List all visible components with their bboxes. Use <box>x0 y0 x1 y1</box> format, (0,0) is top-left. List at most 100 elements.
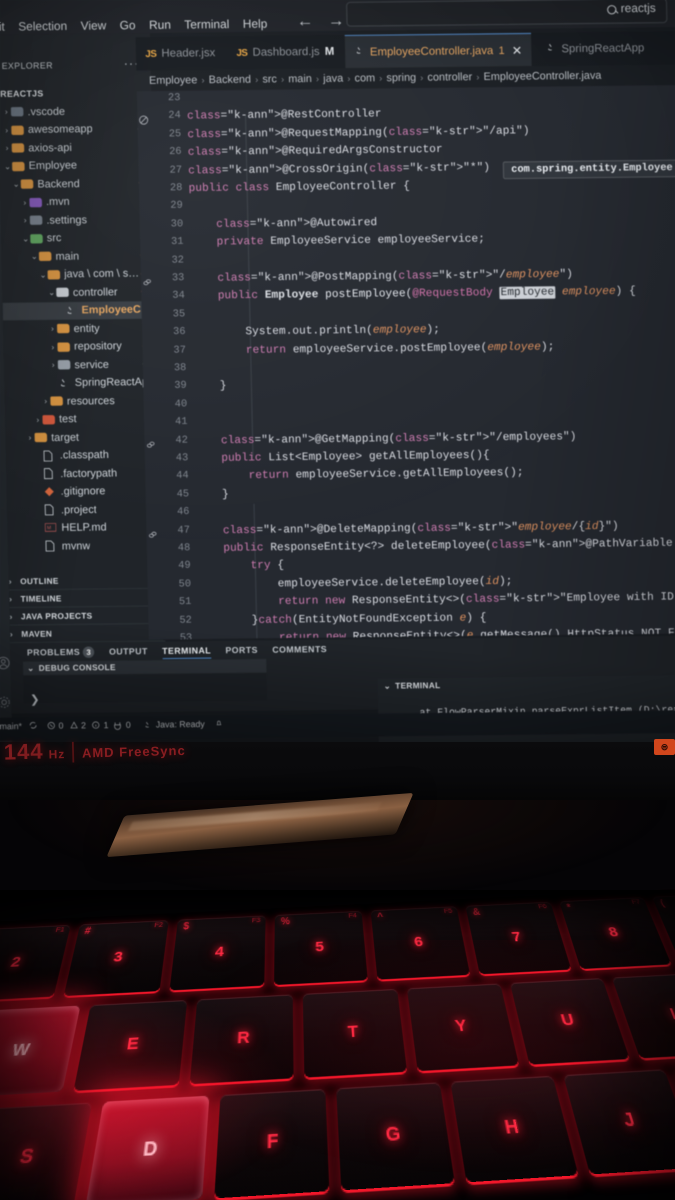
editor-tab-strip[interactable]: JS Header.jsx JS Dashboard.js M EmployeeContr… <box>135 31 675 71</box>
tree-item--factorypath[interactable]: .factorypath <box>6 464 160 484</box>
code-editor[interactable]: 23 24 25 26 27 28 29 30 31 32 33 34 35 36 37 38 39 40 41 42… <box>136 85 675 640</box>
tree-item-entity[interactable]: › entity <box>3 319 157 339</box>
editor-tab-header-jsx[interactable]: JS Header.jsx <box>136 36 225 70</box>
panel-tab-terminal[interactable]: TERMINAL <box>162 645 212 660</box>
breadcrumb-item-controller[interactable]: controller <box>427 71 472 84</box>
close-icon[interactable]: ✕ <box>512 43 523 58</box>
tree-item--project[interactable]: .project <box>7 500 161 520</box>
sidebar-section-java-projects[interactable]: › JAVA PROJECTS <box>9 606 165 626</box>
key-d[interactable]: D <box>85 1095 210 1200</box>
tree-item--mvn[interactable]: › .mvn <box>0 192 154 212</box>
key-5[interactable]: % F4 5 <box>274 910 368 986</box>
breadcrumb-item-com[interactable]: com <box>354 72 375 85</box>
tree-item-mvnw[interactable]: mvnw <box>8 536 162 556</box>
reference-icon[interactable] <box>147 526 159 538</box>
tree-item-resources[interactable]: › resources <box>5 391 159 411</box>
tree-item-controller[interactable]: ⌄ controller <box>2 282 156 302</box>
menu-item-edit[interactable]: Edit <box>0 21 5 34</box>
key-j[interactable]: J <box>563 1069 675 1175</box>
breadcrumb-item-employee[interactable]: Employee <box>149 74 198 87</box>
tree-item-backend[interactable]: ⌄ Backend <box>0 174 153 194</box>
reference-icon[interactable] <box>145 436 157 448</box>
menu-item-selection[interactable]: Selection <box>18 21 67 34</box>
tree-item-target[interactable]: › target <box>5 427 159 447</box>
key-3[interactable]: # F2 3 <box>63 920 169 997</box>
breadcrumb-item-backend[interactable]: Backend <box>209 73 252 86</box>
tree-item-employeec-[interactable]: EmployeeC…1 <box>2 300 157 321</box>
key-s[interactable]: S <box>0 1102 93 1200</box>
menu-item-go[interactable]: Go <box>120 20 136 33</box>
tree-item-awesomeapp[interactable]: › awesomeapp <box>0 119 152 139</box>
tree-item-main[interactable]: ⌄ main <box>2 246 156 266</box>
menu-item-view[interactable]: View <box>81 20 107 33</box>
collapsed-sidebar-panels[interactable]: › OUTLINE › TIMELINE › JAVA PROJECTS › MAVEN <box>8 571 166 644</box>
forward-arrow-icon[interactable]: → <box>328 12 345 31</box>
status-bell[interactable] <box>215 718 223 727</box>
tree-item-java-com-s-[interactable]: ⌄ java \ com \ s… <box>2 264 156 284</box>
breadcrumb-item-spring[interactable]: spring <box>386 71 416 84</box>
file-tree[interactable]: › .vscode › awesomeapp › axios-api ⌄ Employee ⌄ B… <box>0 101 161 555</box>
key-t[interactable]: T <box>302 988 408 1078</box>
key-7[interactable]: & F6 7 <box>465 901 572 975</box>
editor-tab-employeecontroller-java[interactable]: EmployeeController.java 1 ✕ <box>344 32 532 69</box>
breadcrumb-item-main[interactable]: main <box>288 73 312 86</box>
menu-item-terminal[interactable]: Terminal <box>184 19 229 32</box>
panel-tab-list[interactable]: PROBLEMS 3 OUTPUT TERMINAL PORTS COMMENTS <box>27 644 327 661</box>
reference-icon[interactable] <box>142 274 154 286</box>
breadcrumb-item-src[interactable]: src <box>262 73 277 86</box>
command-search-bar[interactable]: reactjs <box>346 0 668 27</box>
tree-item--vscode[interactable]: › .vscode <box>0 101 152 121</box>
editor-tab-springreactapp[interactable]: SpringReactApp <box>536 32 654 66</box>
status-java[interactable]: Java: Ready <box>143 719 205 730</box>
breadcrumb-item-employeecontroller-java[interactable]: EmployeeController.java <box>483 69 601 83</box>
terminal-body[interactable] <box>23 673 268 704</box>
menu-item-help[interactable]: Help <box>243 18 268 31</box>
tree-item-springreactappli-[interactable]: SpringReactAppli… <box>4 373 158 393</box>
nav-arrows[interactable]: ← → <box>297 12 345 31</box>
sidebar-section-maven[interactable]: › MAVEN <box>9 623 166 644</box>
key-2[interactable]: @F12 <box>0 924 71 1002</box>
editor-tab-dashboard-js[interactable]: JS Dashboard.js M <box>227 35 344 69</box>
tree-item-employee[interactable]: ⌄ Employee <box>0 156 153 176</box>
backlit-keyboard[interactable]: @F12#F23$F34%F45^F56&F67*F78(F89WERTYUIO… <box>0 887 675 1200</box>
sidebar-section-timeline[interactable]: › TIMELINE <box>8 588 165 609</box>
debug-console-header[interactable]: ⌄ DEBUG CONSOLE <box>22 658 267 676</box>
key-h[interactable]: H <box>450 1075 579 1183</box>
menu-item-run[interactable]: Run <box>149 19 171 32</box>
key-g[interactable]: G <box>336 1082 455 1191</box>
key-y[interactable]: Y <box>406 983 520 1072</box>
workspace-name[interactable]: REACTJS <box>0 88 43 99</box>
key-8[interactable]: * F7 8 <box>559 897 672 970</box>
status-ports[interactable]: 0 <box>112 720 131 731</box>
tree-item--settings[interactable]: › .settings <box>1 210 155 230</box>
key-w[interactable]: W <box>0 1005 81 1098</box>
tree-item-repository[interactable]: › repository <box>3 337 157 357</box>
key-f[interactable]: F <box>214 1088 330 1199</box>
key-u[interactable]: U <box>509 978 630 1065</box>
key-6[interactable]: ^ F5 6 <box>370 906 471 980</box>
status-diagnostics[interactable]: 0 2 1 <box>47 720 109 731</box>
sidebar-section-outline[interactable]: › OUTLINE <box>8 571 165 591</box>
tree-item-axios-api[interactable]: › axios-api <box>0 138 153 158</box>
account-icon[interactable] <box>0 656 11 671</box>
tree-item--gitignore[interactable]: .gitignore <box>7 482 161 502</box>
tree-item-src[interactable]: ⌄ src <box>1 228 155 248</box>
key-4[interactable]: $ F3 4 <box>169 915 266 991</box>
gear-icon[interactable] <box>0 695 12 710</box>
no-entry-icon[interactable] <box>138 112 150 126</box>
panel-tab-problems[interactable]: PROBLEMS 3 <box>27 646 95 660</box>
panel-tab-output[interactable]: OUTPUT <box>109 646 148 660</box>
breadcrumb-item-java[interactable]: java <box>323 72 343 85</box>
status-branch[interactable]: main* <box>0 721 22 732</box>
tree-item-test[interactable]: › test <box>5 409 159 429</box>
tree-item-service[interactable]: › service <box>4 355 158 375</box>
key-r[interactable]: R <box>189 994 294 1085</box>
panel-tab-ports[interactable]: PORTS <box>225 645 258 659</box>
panel-tab-comments[interactable]: COMMENTS <box>272 644 327 658</box>
status-sync[interactable] <box>28 721 38 730</box>
back-arrow-icon[interactable]: ← <box>297 13 314 32</box>
key-e[interactable]: E <box>73 999 188 1091</box>
secondary-terminal-header[interactable]: ⌄ TERMINAL <box>384 681 441 691</box>
tree-item--classpath[interactable]: .classpath <box>6 445 160 465</box>
tree-item-help-md[interactable]: M HELP.md <box>7 518 161 538</box>
